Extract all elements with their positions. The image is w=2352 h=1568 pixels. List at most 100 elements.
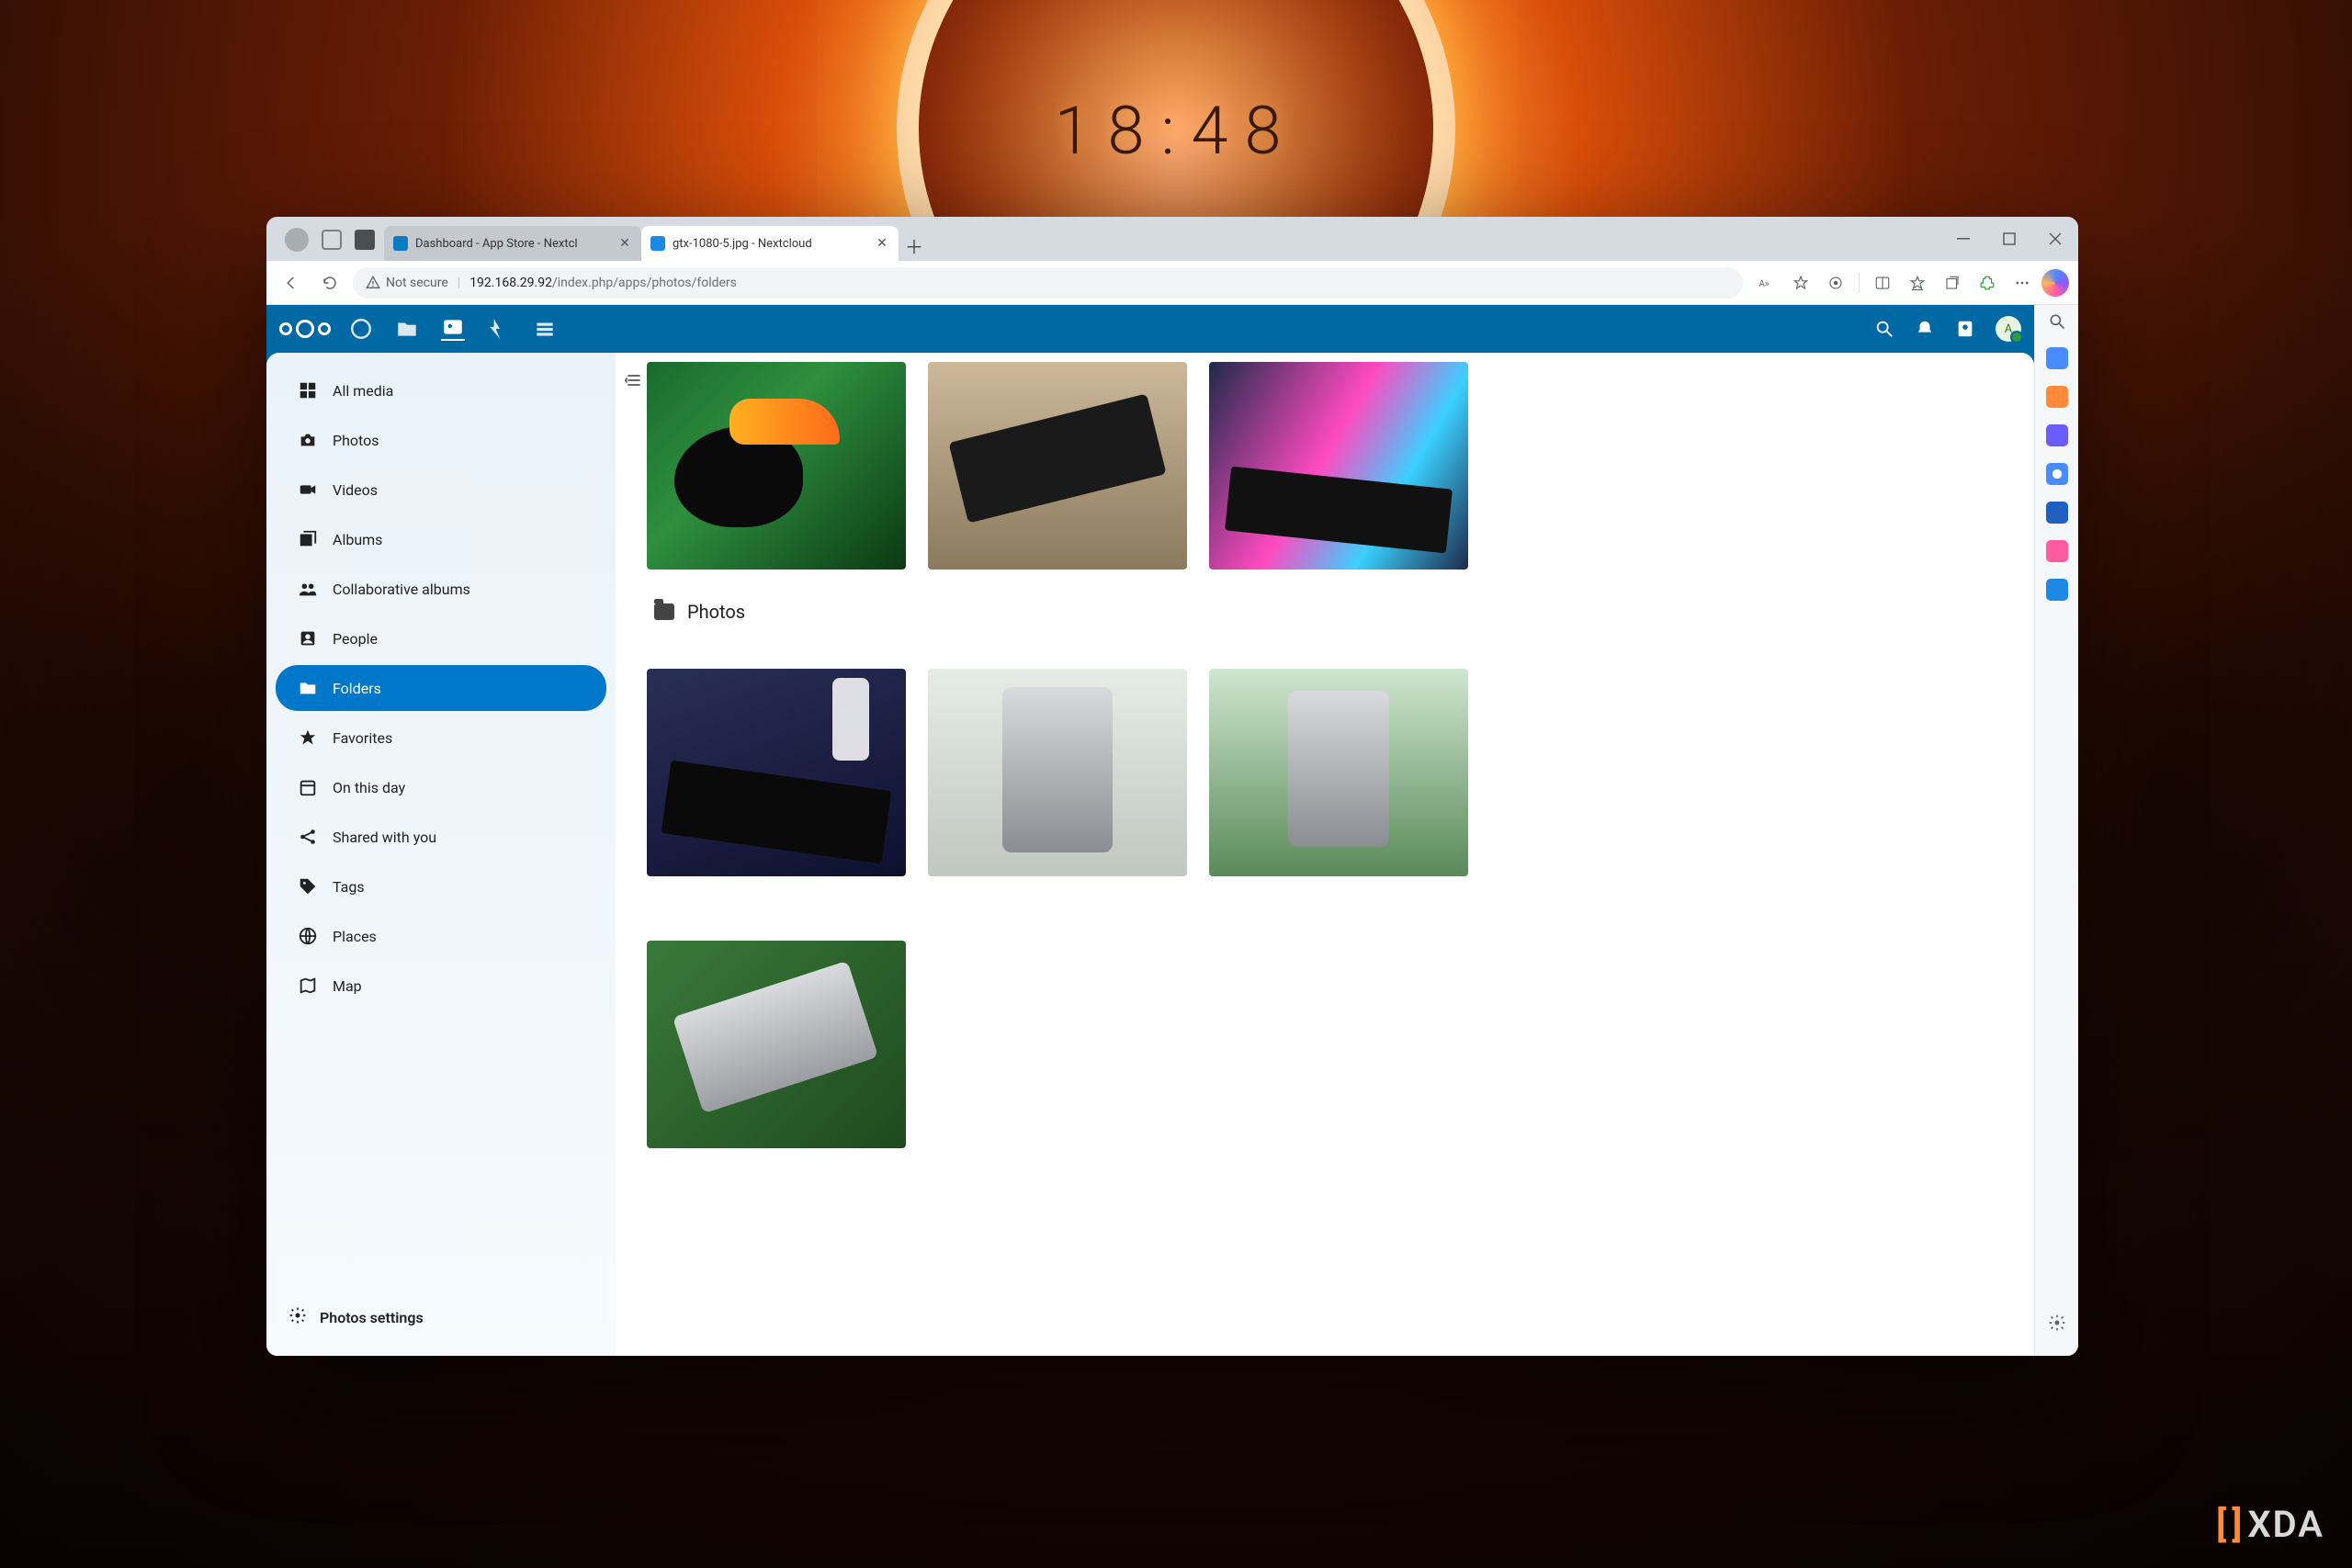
sidebar-item-label: Videos bbox=[333, 481, 378, 499]
photo-grid: Photos bbox=[647, 362, 2016, 1148]
sidebar-item-videos[interactable]: Videos bbox=[276, 467, 606, 513]
sidebar-shopping-icon[interactable] bbox=[2046, 386, 2068, 408]
photo-thumbnail[interactable] bbox=[1209, 362, 1468, 570]
sidebar-item-shared[interactable]: Shared with you bbox=[276, 814, 606, 860]
browser-tab[interactable]: gtx-1080-5.jpg - Nextcloud ✕ bbox=[641, 226, 899, 261]
photos-main: Photos bbox=[616, 353, 2034, 1356]
user-avatar[interactable]: A bbox=[1996, 316, 2021, 342]
sidebar-item-label: Tags bbox=[333, 878, 365, 896]
sidebar-item-label: Albums bbox=[333, 531, 382, 548]
nextcloud-app: A All media Photos bbox=[266, 305, 2034, 1356]
sidebar-item-favorites[interactable]: Favorites bbox=[276, 715, 606, 761]
sidebar-item-label: Shared with you bbox=[333, 829, 436, 846]
browser-window: Dashboard - App Store - Nextcl ✕ gtx-108… bbox=[266, 217, 2078, 1356]
window-minimize-button[interactable] bbox=[1940, 217, 1986, 261]
refresh-button[interactable] bbox=[314, 267, 345, 299]
photo-thumbnail[interactable] bbox=[647, 362, 906, 570]
sidebar-drop-icon[interactable] bbox=[2046, 540, 2068, 562]
sidebar-settings-icon[interactable] bbox=[2048, 1314, 2066, 1332]
tab-actions-icon[interactable] bbox=[355, 230, 375, 250]
app-deck-icon[interactable] bbox=[533, 317, 557, 341]
browser-titlebar: Dashboard - App Store - Nextcl ✕ gtx-108… bbox=[266, 217, 2078, 261]
back-button[interactable] bbox=[276, 267, 307, 299]
app-photos-icon[interactable] bbox=[441, 317, 465, 341]
sidebar-item-label: Places bbox=[333, 928, 377, 945]
security-indicator[interactable]: Not secure bbox=[366, 276, 448, 290]
app-content: A All media Photos bbox=[266, 305, 2078, 1356]
extensions-icon[interactable] bbox=[1820, 267, 1851, 299]
workspaces-icon[interactable] bbox=[322, 230, 342, 250]
address-bar[interactable]: Not secure | 192.168.29.92/index.php/app… bbox=[353, 267, 1743, 299]
window-close-button[interactable] bbox=[2032, 217, 2078, 261]
albums-icon bbox=[298, 529, 318, 549]
sidebar-item-label: Favorites bbox=[333, 729, 392, 747]
sidebar-m365-icon[interactable] bbox=[2046, 463, 2068, 485]
search-icon[interactable] bbox=[1874, 319, 1894, 339]
sidebar-send-icon[interactable] bbox=[2046, 579, 2068, 601]
sidebar-item-people[interactable]: People bbox=[276, 615, 606, 661]
sidebar-item-albums[interactable]: Albums bbox=[276, 516, 606, 562]
sidebar-games-icon[interactable] bbox=[2046, 424, 2068, 446]
toolbar-actions: A» bbox=[1750, 267, 2069, 299]
contacts-icon[interactable] bbox=[1955, 319, 1975, 339]
gear-icon bbox=[288, 1306, 307, 1328]
photos-settings-button[interactable]: Photos settings bbox=[266, 1292, 616, 1343]
photo-thumbnail[interactable] bbox=[647, 669, 906, 876]
favorites-bar-icon[interactable] bbox=[1902, 267, 1933, 299]
folder-icon bbox=[654, 604, 674, 620]
favicon-icon bbox=[393, 236, 408, 251]
sidebar-item-label: On this day bbox=[333, 779, 405, 796]
photo-thumbnail[interactable] bbox=[928, 362, 1187, 570]
sidebar-item-collab-albums[interactable]: Collaborative albums bbox=[276, 566, 606, 612]
sidebar-item-label: People bbox=[333, 630, 378, 648]
split-screen-icon[interactable] bbox=[1867, 267, 1898, 299]
profile-avatar-icon[interactable] bbox=[285, 228, 309, 252]
copilot-button[interactable] bbox=[2041, 269, 2069, 297]
separator: | bbox=[458, 276, 460, 290]
sidebar-item-map[interactable]: Map bbox=[276, 963, 606, 1009]
sidebar-item-places[interactable]: Places bbox=[276, 913, 606, 959]
new-tab-button[interactable]: ＋ bbox=[899, 230, 930, 261]
map-icon bbox=[298, 976, 318, 996]
photo-thumbnail[interactable] bbox=[1209, 669, 1468, 876]
share-icon bbox=[298, 827, 318, 847]
collections-icon[interactable] bbox=[1937, 267, 1968, 299]
app-files-icon[interactable] bbox=[395, 317, 419, 341]
favicon-icon bbox=[650, 236, 665, 251]
folder-label: Photos bbox=[687, 601, 745, 623]
notifications-icon[interactable] bbox=[1915, 319, 1935, 339]
sidebar-toggle-button[interactable] bbox=[621, 367, 647, 393]
settings-label: Photos settings bbox=[320, 1309, 424, 1326]
sidebar-outlook-icon[interactable] bbox=[2046, 502, 2068, 524]
sidebar-item-on-this-day[interactable]: On this day bbox=[276, 764, 606, 810]
tab-close-button[interactable]: ✕ bbox=[875, 236, 889, 251]
app-dashboard-icon[interactable] bbox=[349, 317, 373, 341]
tag-icon bbox=[298, 876, 318, 897]
sidebar-tools-icon[interactable] bbox=[2046, 347, 2068, 369]
sidebar-item-all-media[interactable]: All media bbox=[276, 367, 606, 413]
app-activity-icon[interactable] bbox=[487, 317, 511, 341]
photo-thumbnail[interactable] bbox=[647, 941, 906, 1148]
nextcloud-header-actions: A bbox=[1874, 316, 2021, 342]
camera-icon bbox=[298, 430, 318, 450]
sidebar-item-folders[interactable]: Folders bbox=[276, 665, 606, 711]
nextcloud-logo-icon[interactable] bbox=[279, 320, 331, 338]
read-aloud-icon[interactable]: A» bbox=[1750, 267, 1781, 299]
more-menu-icon[interactable] bbox=[2007, 267, 2038, 299]
url-host: 192.168.29.92 bbox=[469, 276, 552, 290]
browser-extension-icon[interactable] bbox=[1972, 267, 2003, 299]
window-maximize-button[interactable] bbox=[1986, 217, 2032, 261]
sidebar-item-photos[interactable]: Photos bbox=[276, 417, 606, 463]
tab-close-button[interactable]: ✕ bbox=[617, 236, 632, 251]
photo-thumbnail[interactable] bbox=[928, 669, 1187, 876]
folder-item[interactable]: Photos bbox=[654, 601, 2016, 623]
desktop: 18:48 Dashboard - App Store - Nextcl ✕ g… bbox=[0, 0, 2352, 1568]
browser-tabs: Dashboard - App Store - Nextcl ✕ gtx-108… bbox=[384, 217, 930, 261]
sidebar-search-icon[interactable] bbox=[2048, 312, 2066, 331]
browser-tab[interactable]: Dashboard - App Store - Nextcl ✕ bbox=[384, 226, 641, 261]
url-path: /index.php/apps/photos/folders bbox=[552, 276, 737, 290]
sidebar-item-tags[interactable]: Tags bbox=[276, 863, 606, 909]
grid-icon bbox=[298, 380, 318, 400]
svg-text:A»: A» bbox=[1759, 278, 1770, 288]
favorite-icon[interactable] bbox=[1785, 267, 1816, 299]
